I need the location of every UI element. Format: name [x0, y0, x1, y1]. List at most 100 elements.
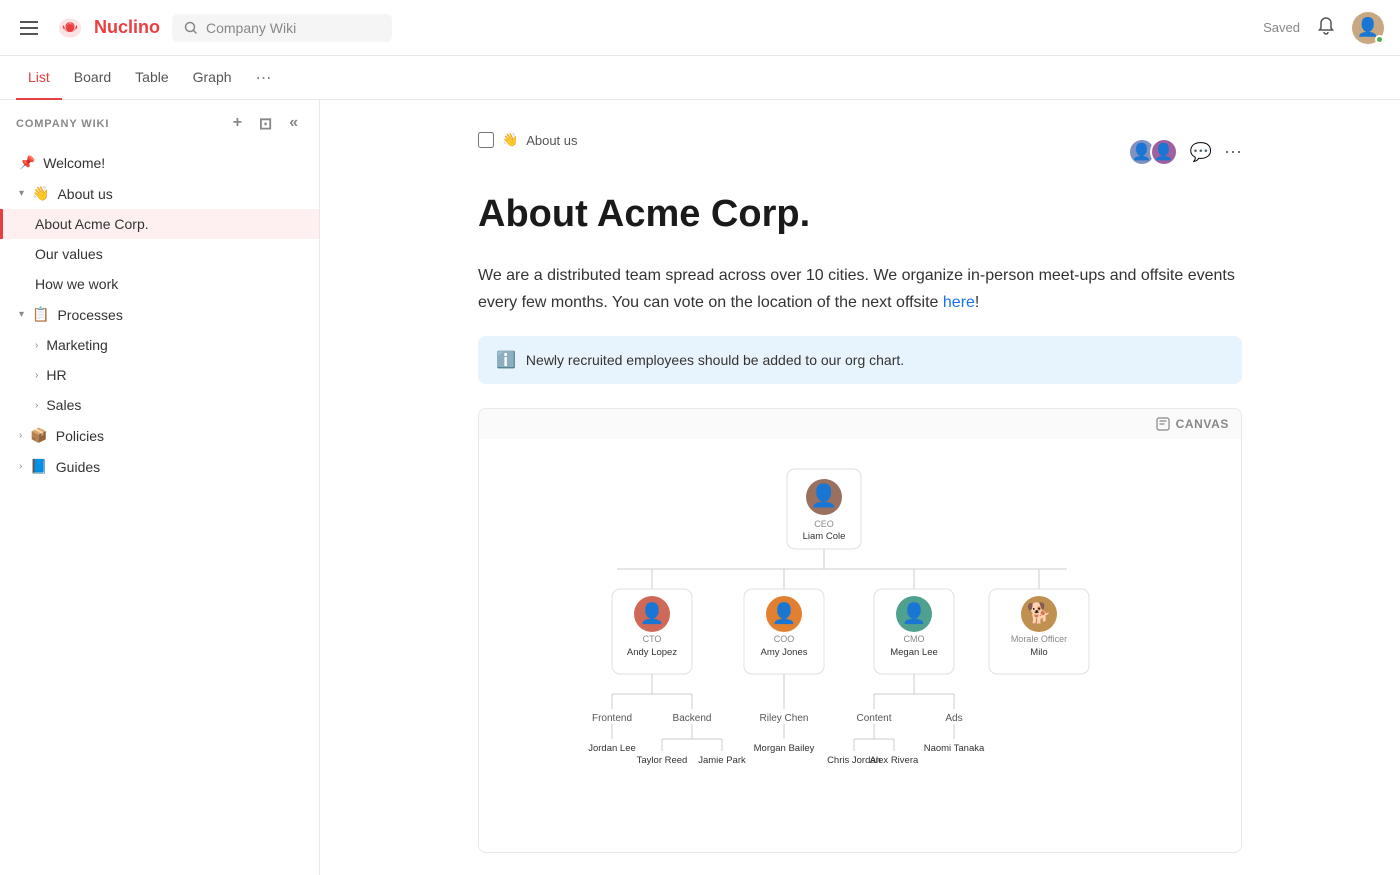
chevron-right-icon: › [35, 340, 38, 351]
breadcrumb: 👋 About us [478, 132, 578, 148]
svg-text:👤: 👤 [810, 483, 837, 508]
chevron-right-icon: › [35, 370, 38, 381]
svg-text:COO: COO [774, 634, 795, 644]
tab-list[interactable]: List [16, 56, 62, 100]
sidebar-item-how-we-work[interactable]: How we work [0, 269, 319, 299]
sidebar-item-welcome[interactable]: 📌 Welcome! [0, 148, 319, 178]
sidebar-item-label: Processes [57, 307, 122, 323]
svg-text:Riley Chen: Riley Chen [760, 713, 809, 724]
tab-more-button[interactable]: ⋯ [248, 64, 280, 92]
svg-text:Taylor Reed: Taylor Reed [637, 755, 688, 766]
org-chart-svg: 👤 CEO Liam Cole 👤 CTO Andy Lopez [499, 459, 1149, 829]
topbar-right: Saved 👤 [1263, 12, 1384, 44]
sidebar-item-label: About us [57, 186, 112, 202]
app-name: Nuclino [94, 17, 160, 38]
tab-table[interactable]: Table [123, 56, 180, 100]
sidebar-item-label: About Acme Corp. [35, 216, 149, 232]
svg-text:Naomi Tanaka: Naomi Tanaka [924, 743, 985, 754]
sidebar-item-label: How we work [35, 276, 118, 292]
here-link[interactable]: here [943, 294, 975, 311]
menu-button[interactable] [16, 17, 42, 39]
svg-text:Morale Officer: Morale Officer [1011, 634, 1067, 644]
sidebar-item-policies[interactable]: › 📦 Policies [0, 420, 319, 451]
info-callout: ℹ️ Newly recruited employees should be a… [478, 336, 1242, 384]
body-text-1: We are a distributed team spread across … [478, 262, 1242, 316]
svg-text:Jamie Park: Jamie Park [698, 755, 746, 766]
topbar: Nuclino Company Wiki Saved 👤 [0, 0, 1400, 56]
sidebar-item-label: Policies [56, 428, 104, 444]
tab-board[interactable]: Board [62, 56, 123, 100]
add-item-button[interactable]: + [229, 112, 247, 136]
svg-text:Liam Cole: Liam Cole [803, 531, 846, 542]
svg-text:🐕: 🐕 [1027, 601, 1052, 625]
sidebar-item-about-acme[interactable]: About Acme Corp. [0, 209, 319, 239]
canvas-body[interactable]: 👤 CEO Liam Cole 👤 CTO Andy Lopez [479, 439, 1241, 852]
sidebar-item-guides[interactable]: › 📘 Guides [0, 451, 319, 482]
sidebar-item-label: Welcome! [43, 155, 105, 171]
sidebar-item-our-values[interactable]: Our values [0, 239, 319, 269]
svg-text:👤: 👤 [902, 601, 927, 625]
canvas-label: CANVAS [1176, 417, 1229, 431]
tabbar: List Board Table Graph ⋯ [0, 56, 1400, 100]
svg-text:Morgan Bailey: Morgan Bailey [754, 743, 815, 754]
svg-text:👤: 👤 [640, 601, 665, 625]
sidebar: COMPANY WIKI + ⊡ « 📌 Welcome! ▾ 👋 About … [0, 100, 320, 875]
sidebar-emoji: 📋 [32, 306, 49, 323]
svg-text:👤: 👤 [772, 601, 797, 625]
chevron-right-icon: › [19, 430, 22, 441]
svg-text:Jordan Lee: Jordan Lee [588, 743, 636, 754]
page-title: About Acme Corp. [478, 192, 1242, 238]
sidebar-item-sales[interactable]: › Sales [0, 390, 319, 420]
search-icon [184, 21, 198, 35]
expand-button[interactable]: ⊡ [255, 112, 277, 136]
canvas-icon [1156, 417, 1170, 431]
search-bar[interactable]: Company Wiki [172, 14, 392, 42]
sidebar-emoji: 📘 [30, 458, 47, 475]
svg-text:Alex Rivera: Alex Rivera [870, 755, 919, 766]
breadcrumb-checkbox[interactable] [478, 132, 494, 148]
sidebar-item-label: Guides [56, 459, 100, 475]
svg-text:Backend: Backend [673, 713, 712, 724]
chevron-down-icon: ▾ [19, 188, 24, 199]
main-content: 👋 About us 👤 👤 💬 ⋯ [320, 100, 1400, 875]
topbar-left: Nuclino Company Wiki [16, 12, 392, 44]
comments-button[interactable]: 💬 [1190, 142, 1212, 163]
logo[interactable]: Nuclino [54, 12, 160, 44]
user-avatar[interactable]: 👤 [1352, 12, 1384, 44]
svg-text:CMO: CMO [904, 634, 925, 644]
more-options-button[interactable]: ⋯ [1224, 142, 1242, 163]
chevron-down-icon: ▾ [19, 309, 24, 320]
main-layout: COMPANY WIKI + ⊡ « 📌 Welcome! ▾ 👋 About … [0, 100, 1400, 875]
workspace-label: COMPANY WIKI [16, 118, 109, 130]
sidebar-item-label: Marketing [46, 337, 107, 353]
svg-text:Ads: Ads [945, 713, 962, 724]
doc-actions: 👤 👤 💬 ⋯ [1128, 138, 1242, 166]
tab-graph[interactable]: Graph [181, 56, 244, 100]
chevron-right-icon: › [19, 461, 22, 472]
breadcrumb-link[interactable]: About us [526, 133, 577, 148]
sidebar-item-label: Sales [46, 397, 81, 413]
pin-icon: 📌 [19, 155, 35, 171]
saved-status: Saved [1263, 20, 1300, 35]
sidebar-item-label: Our values [35, 246, 103, 262]
sidebar-item-about-us[interactable]: ▾ 👋 About us [0, 178, 319, 209]
svg-text:CEO: CEO [814, 519, 834, 529]
sidebar-emoji: 📦 [30, 427, 47, 444]
chevron-right-icon: › [35, 400, 38, 411]
svg-text:Amy Jones: Amy Jones [761, 647, 808, 658]
svg-text:Megan Lee: Megan Lee [890, 647, 938, 658]
sidebar-item-marketing[interactable]: › Marketing [0, 330, 319, 360]
notifications-button[interactable] [1316, 16, 1336, 39]
sidebar-item-processes[interactable]: ▾ 📋 Processes [0, 299, 319, 330]
collapse-sidebar-button[interactable]: « [285, 112, 303, 136]
content-inner: 👋 About us 👤 👤 💬 ⋯ [430, 100, 1290, 875]
canvas-embed: CANVAS 👤 CEO Liam Cole [478, 408, 1242, 853]
collaborator-avatars: 👤 👤 [1128, 138, 1178, 166]
info-icon: ℹ️ [496, 350, 516, 370]
collaborator-avatar-2: 👤 [1150, 138, 1178, 166]
sidebar-emoji: 👋 [32, 185, 49, 202]
sidebar-item-hr[interactable]: › HR [0, 360, 319, 390]
sidebar-header: COMPANY WIKI + ⊡ « [0, 100, 319, 148]
sidebar-header-actions: + ⊡ « [229, 112, 303, 136]
canvas-header: CANVAS [479, 409, 1241, 439]
